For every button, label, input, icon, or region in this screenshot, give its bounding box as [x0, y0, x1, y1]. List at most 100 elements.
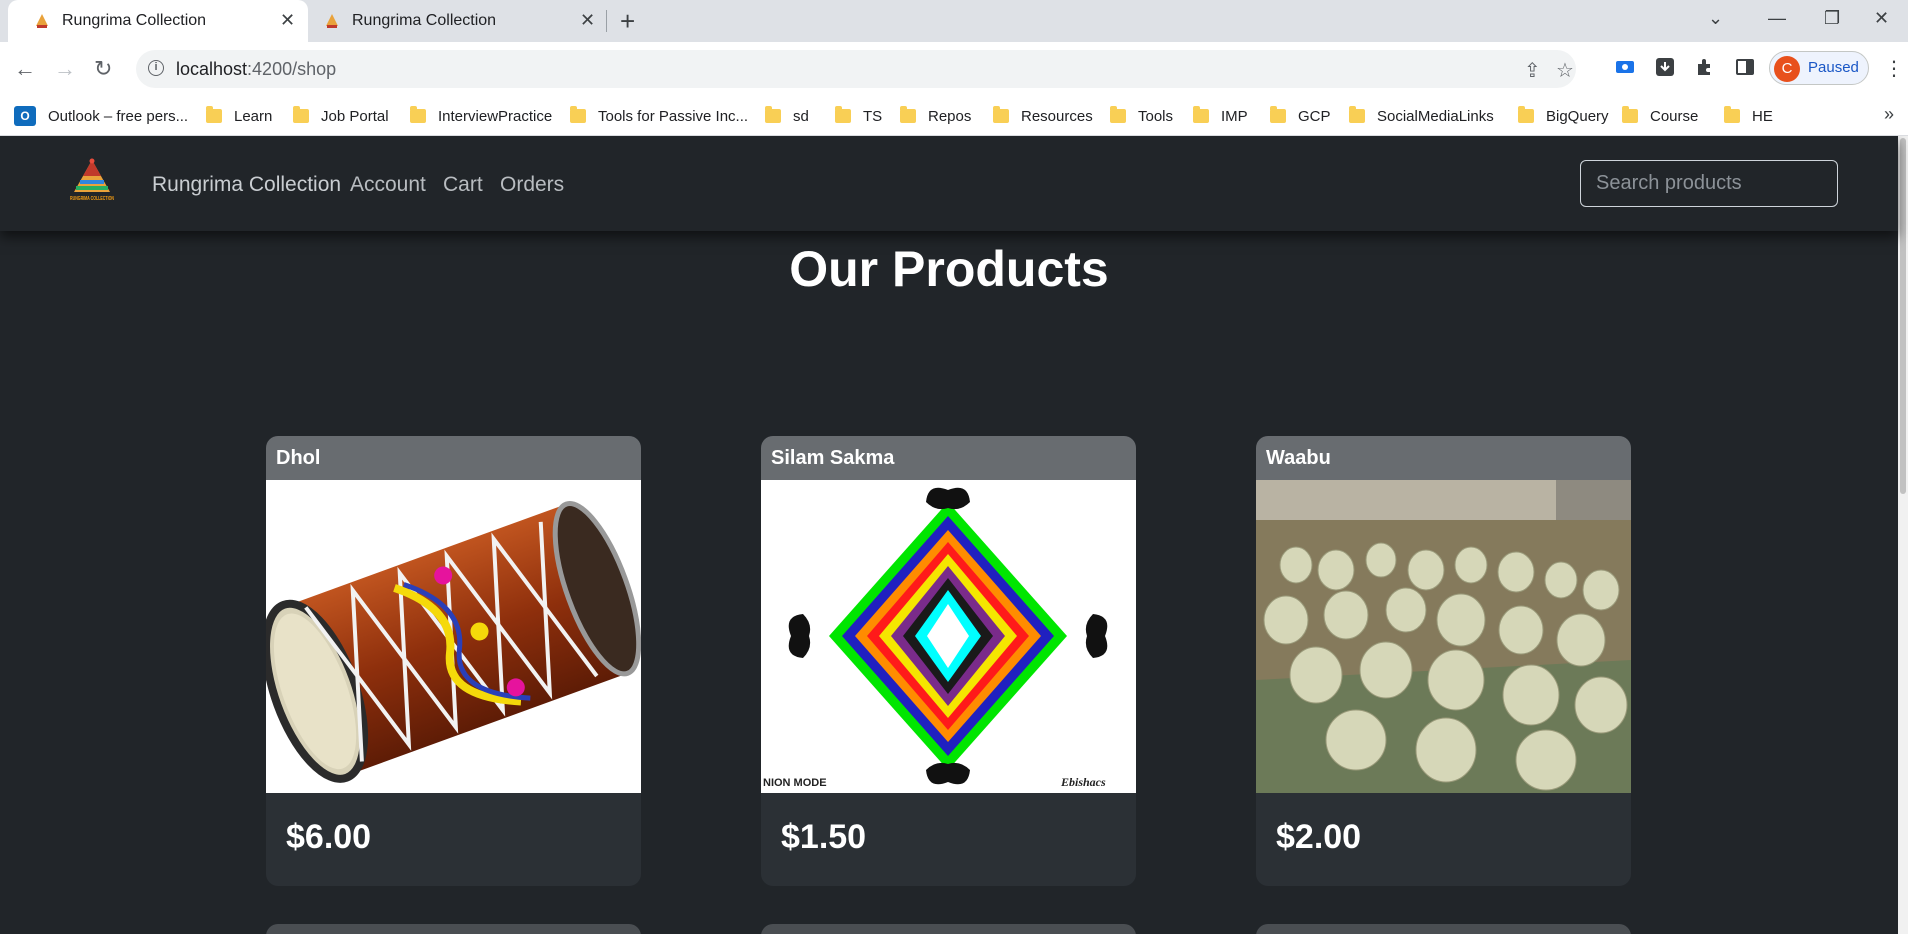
folder-icon [1349, 106, 1365, 123]
bookmark-label: sd [793, 107, 809, 125]
folder-icon [570, 106, 586, 123]
nav-account[interactable]: Account [350, 173, 426, 197]
folder-icon [410, 106, 426, 123]
silam-sakma-image: NION MODE Ebishacs [763, 487, 1108, 789]
avatar: C [1774, 56, 1800, 82]
bookmark-label: GCP [1298, 107, 1331, 125]
tab-active[interactable]: Rungrima Collection ✕ [8, 0, 308, 42]
bookmark-item[interactable]: InterviewPractice [410, 106, 552, 126]
bookmark-label: Job Portal [321, 107, 389, 125]
nav-cart[interactable]: Cart [443, 173, 483, 197]
logo-text: RUNGRIMA COLLECTION [70, 196, 114, 202]
product-name: Dhol [276, 447, 321, 469]
tab-inactive[interactable]: Rungrima Collection ✕ [308, 0, 606, 42]
forward-icon[interactable]: → [54, 56, 76, 82]
bookmark-item[interactable]: O Outlook – free pers... [14, 106, 188, 126]
folder-icon [293, 106, 309, 123]
close-icon[interactable]: ✕ [280, 10, 295, 31]
folder-icon [900, 106, 916, 123]
url-host: localhost [176, 59, 248, 79]
url-path: :4200/shop [247, 59, 337, 79]
bookmark-item[interactable]: Tools [1110, 106, 1173, 126]
page-scrollbar[interactable] [1898, 136, 1908, 934]
product-card-partial[interactable] [761, 924, 1136, 934]
bookmark-label: IMP [1221, 107, 1248, 125]
page-viewport: RUNGRIMA COLLECTION Rungrima Collection … [0, 136, 1908, 934]
tab-title: Rungrima Collection [352, 12, 497, 29]
bookmark-item[interactable]: GCP [1270, 106, 1331, 126]
profile-button[interactable]: C Paused [1769, 51, 1869, 85]
product-card[interactable]: Dhol $6.00 [266, 436, 641, 886]
screen-capture-extension-icon[interactable] [1615, 57, 1635, 77]
bookmark-item[interactable]: Course [1622, 106, 1698, 126]
image-caption-right: Ebishacs [1060, 775, 1106, 789]
folder-icon [1724, 106, 1740, 123]
bookmark-item[interactable]: SocialMediaLinks [1349, 106, 1494, 126]
product-price: $6.00 [286, 818, 372, 856]
folder-icon [1270, 106, 1286, 123]
download-extension-icon[interactable] [1655, 57, 1675, 77]
product-image-silam-sakma[interactable]: NION MODE Ebishacs [761, 480, 1136, 793]
folder-icon [206, 106, 222, 123]
product-image-dhol[interactable] [266, 480, 641, 793]
product-price: $1.50 [781, 818, 867, 856]
bookmark-label: Repos [928, 107, 972, 125]
bookmark-label: Tools [1138, 107, 1174, 125]
nav-brand[interactable]: Rungrima Collection [152, 173, 341, 197]
bookmark-item[interactable]: BigQuery [1518, 106, 1609, 126]
folder-icon [765, 106, 781, 123]
bookmark-label: Resources [1021, 107, 1093, 125]
product-card-partial[interactable] [266, 924, 641, 934]
card-header: Waabu [1256, 436, 1631, 480]
product-image-waabu[interactable] [1256, 480, 1631, 793]
bookmark-label: Tools for Passive Inc... [598, 107, 749, 125]
restore-icon[interactable]: ❐ [1824, 8, 1840, 29]
bookmark-item[interactable]: Learn [206, 106, 272, 126]
gourds-image [1256, 480, 1631, 793]
reload-icon[interactable]: ↻ [94, 56, 112, 82]
bookmarks-overflow-icon[interactable]: » [1884, 104, 1894, 125]
bookmark-item[interactable]: TS [835, 106, 882, 126]
image-caption-left: NION MODE [763, 777, 827, 789]
outlook-icon: O [14, 106, 36, 126]
browser-tabbar: Rungrima Collection ✕ Rungrima Collectio… [0, 0, 1908, 42]
folder-icon [835, 106, 851, 123]
bookmark-item[interactable]: Job Portal [293, 106, 389, 126]
bookmark-item[interactable]: IMP [1193, 106, 1248, 126]
share-icon[interactable]: ⇪ [1524, 58, 1541, 83]
rungrima-logo[interactable]: RUNGRIMA COLLECTION [66, 158, 118, 210]
tab-search-icon[interactable]: ⌄ [1708, 8, 1723, 29]
bookmark-item[interactable]: Repos [900, 106, 971, 126]
site-info-icon[interactable]: i [148, 60, 164, 76]
scrollbar-thumb[interactable] [1900, 138, 1906, 494]
extensions-puzzle-icon[interactable] [1695, 57, 1715, 77]
bookmark-item[interactable]: Tools for Passive Inc... [570, 106, 748, 126]
minimize-icon[interactable]: — [1768, 8, 1786, 29]
bookmark-label: Learn [234, 107, 273, 125]
rungrima-favicon [326, 14, 338, 28]
folder-icon [1622, 106, 1638, 123]
card-header: Silam Sakma [761, 436, 1136, 480]
back-icon[interactable]: ← [14, 56, 36, 82]
bookmark-item[interactable]: sd [765, 106, 809, 126]
nav-orders[interactable]: Orders [500, 173, 564, 197]
product-card-partial[interactable] [1256, 924, 1631, 934]
new-tab-icon[interactable]: + [620, 6, 635, 37]
chrome-menu-icon[interactable]: ⋮ [1884, 56, 1904, 81]
bookmark-star-icon[interactable]: ☆ [1556, 58, 1574, 83]
product-card[interactable]: Waabu $2.00 [1256, 436, 1631, 886]
browser-toolbar: ← → ↻ i localhost:4200/shop ⇪ ☆ C Paused… [0, 42, 1908, 96]
folder-icon [1518, 106, 1534, 123]
close-icon[interactable]: ✕ [580, 10, 595, 31]
card-header: Dhol [266, 436, 641, 480]
bookmark-label: InterviewPractice [438, 107, 553, 125]
dhol-drum-image [266, 501, 641, 783]
window-close-icon[interactable]: ✕ [1874, 8, 1889, 29]
bookmark-item[interactable]: Resources [993, 106, 1093, 126]
product-card[interactable]: Silam Sakma NION MODE Ebishacs $1.50 [761, 436, 1136, 886]
search-input[interactable] [1580, 160, 1838, 207]
bookmark-label: HE [1752, 107, 1773, 125]
address-bar[interactable]: i localhost:4200/shop ⇪ ☆ [136, 50, 1576, 88]
bookmark-item[interactable]: HE [1724, 106, 1773, 126]
side-panel-icon[interactable] [1735, 57, 1755, 77]
